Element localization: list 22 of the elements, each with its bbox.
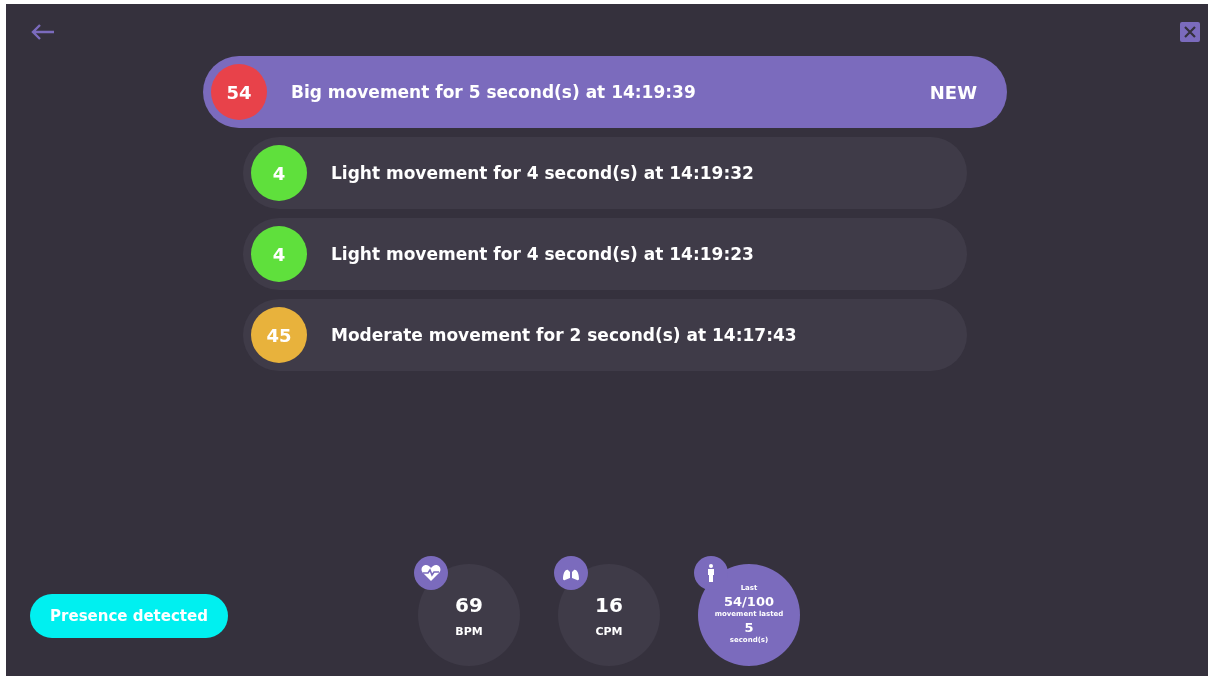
back-arrow-icon[interactable] [30, 23, 56, 41]
stat-unit: CPM [595, 624, 623, 638]
event-row[interactable]: 54 Big movement for 5 second(s) at 14:19:39 NEW [203, 56, 1007, 128]
close-icon[interactable] [1180, 22, 1200, 42]
score-badge: 4 [251, 226, 307, 282]
stat-text: 54/100 [724, 593, 774, 610]
score-badge: 54 [211, 64, 267, 120]
event-row[interactable]: 45 Moderate movement for 2 second(s) at 14:17:43 [243, 299, 967, 371]
new-label: NEW [929, 81, 977, 103]
event-text: Moderate movement for 2 second(s) at 14:17:43 [331, 325, 798, 345]
event-text: Light movement for 4 second(s) at 14:19:23 [331, 244, 755, 264]
stat-unit: BPM [455, 624, 483, 638]
event-text: Light movement for 4 second(s) at 14:19:32 [331, 163, 755, 183]
event-row[interactable]: 4 Light movement for 4 second(s) at 14:19:32 [243, 137, 967, 209]
stat-value: 16 [595, 592, 623, 617]
stat-value: 69 [455, 592, 483, 617]
event-text: Big movement for 5 second(s) at 14:19:39 [291, 82, 697, 102]
score-badge: 4 [251, 145, 307, 201]
stat-text: 5 [744, 619, 754, 636]
event-row[interactable]: 4 Light movement for 4 second(s) at 14:19:23 [243, 218, 967, 290]
score-badge: 45 [251, 307, 307, 363]
lungs-icon [554, 556, 588, 590]
